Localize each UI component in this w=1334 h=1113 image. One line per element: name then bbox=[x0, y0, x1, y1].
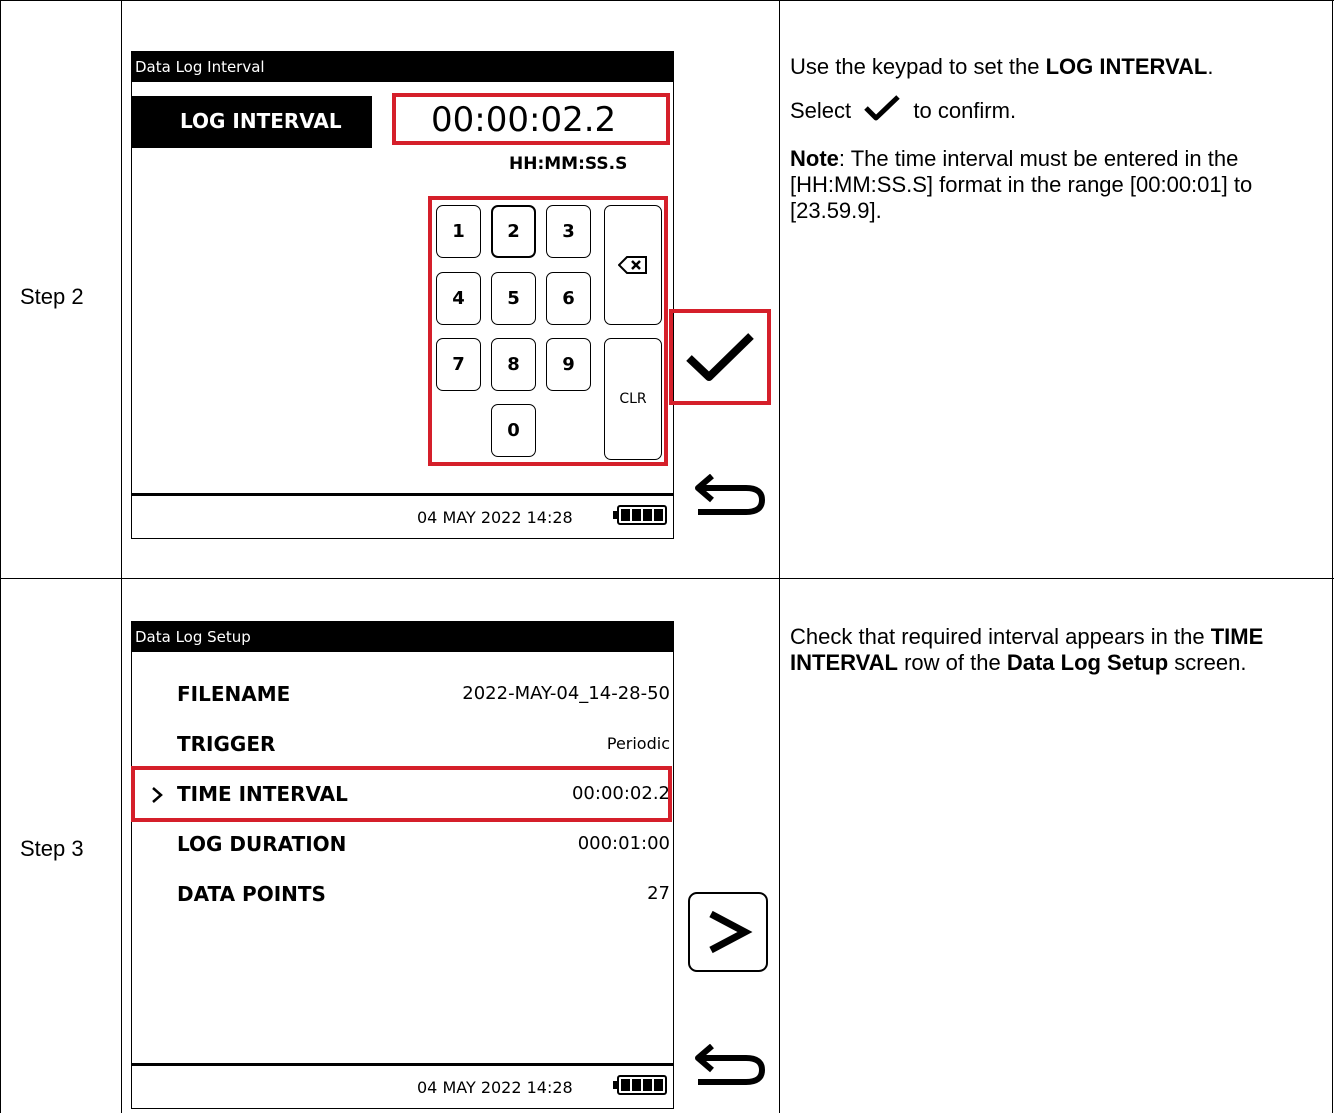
chevron-right-icon bbox=[709, 910, 753, 954]
confirm-button[interactable] bbox=[673, 313, 767, 401]
row-value: 27 bbox=[647, 883, 670, 904]
setup-row-filename[interactable]: FILENAME 2022-MAY-04_14-28-50 bbox=[132, 670, 673, 720]
row-label: LOG DURATION bbox=[177, 832, 347, 856]
row-label: DATA POINTS bbox=[177, 882, 326, 906]
table-col-divider-1 bbox=[121, 0, 122, 1113]
status-bar-divider bbox=[132, 1063, 673, 1066]
table-row-divider bbox=[0, 578, 1334, 579]
highlight-log-interval-field bbox=[392, 93, 670, 145]
desc-bold: Data Log Setup bbox=[1006, 650, 1169, 675]
next-button[interactable] bbox=[688, 892, 768, 972]
desc-text: : The time interval must be entered in t… bbox=[790, 146, 1253, 223]
status-bar-divider bbox=[132, 493, 673, 496]
desc-text: screen. bbox=[1168, 650, 1247, 675]
desc-paragraph-2: Select to confirm. bbox=[790, 94, 1330, 124]
desc-paragraph-3: Note: The time interval must be entered … bbox=[790, 146, 1330, 224]
step-3-description: Check that required interval appears in … bbox=[790, 624, 1325, 690]
log-interval-label: LOG INTERVAL bbox=[180, 109, 342, 133]
screen-title: Data Log Interval bbox=[132, 52, 673, 82]
battery-icon bbox=[613, 1075, 667, 1095]
back-button[interactable] bbox=[688, 1043, 770, 1092]
highlight-time-interval-row bbox=[131, 766, 672, 822]
table-border-right bbox=[1332, 0, 1333, 1113]
desc-text: . bbox=[1207, 54, 1214, 79]
step-2-description: Use the keypad to set the LOG INTERVAL. … bbox=[790, 54, 1330, 238]
step-label: Step 3 bbox=[20, 836, 84, 861]
log-interval-label-bg: LOG INTERVAL bbox=[132, 96, 372, 148]
desc-bold: LOG INTERVAL bbox=[1045, 54, 1208, 79]
desc-paragraph-1: Use the keypad to set the LOG INTERVAL. bbox=[790, 54, 1330, 80]
desc-text: Use the keypad to set the bbox=[790, 54, 1046, 79]
checkmark-icon bbox=[864, 95, 900, 121]
desc-text: Check that required interval appears in … bbox=[790, 624, 1211, 649]
step-label: Step 2 bbox=[20, 284, 84, 309]
back-arrow-icon bbox=[695, 473, 766, 515]
setup-row-log-duration[interactable]: LOG DURATION 000:01:00 bbox=[132, 820, 673, 870]
row-label: FILENAME bbox=[177, 682, 291, 706]
time-format-hint: HH:MM:SS.S bbox=[509, 154, 628, 174]
back-button[interactable] bbox=[688, 473, 770, 522]
setup-row-trigger[interactable]: TRIGGER Periodic bbox=[132, 720, 673, 770]
desc-paragraph-1: Check that required interval appears in … bbox=[790, 624, 1325, 676]
desc-bold: Note bbox=[790, 146, 839, 171]
desc-text: row of the bbox=[897, 650, 1007, 675]
row-value: Periodic bbox=[606, 734, 670, 753]
highlight-keypad bbox=[428, 196, 668, 466]
back-arrow-icon bbox=[695, 1043, 766, 1085]
status-datetime: 04 MAY 2022 14:28 bbox=[417, 1078, 573, 1097]
row-value: 2022-MAY-04_14-28-50 bbox=[462, 683, 670, 704]
row-value: 000:01:00 bbox=[577, 833, 670, 854]
checkmark-icon bbox=[686, 333, 754, 381]
table-border-left bbox=[0, 0, 1, 1113]
screen-title: Data Log Setup bbox=[132, 622, 673, 652]
device-screen-data-log-setup: Data Log Setup FILENAME 2022-MAY-04_14-2… bbox=[131, 621, 674, 1109]
row-label: TRIGGER bbox=[177, 732, 276, 756]
battery-icon bbox=[613, 505, 667, 525]
status-datetime: 04 MAY 2022 14:28 bbox=[417, 508, 573, 527]
table-col-divider-2 bbox=[779, 0, 780, 1113]
table-border-top bbox=[0, 0, 1334, 1]
desc-text: Select bbox=[790, 98, 858, 123]
setup-row-data-points[interactable]: DATA POINTS 27 bbox=[132, 870, 673, 920]
desc-text: to confirm. bbox=[907, 98, 1017, 123]
